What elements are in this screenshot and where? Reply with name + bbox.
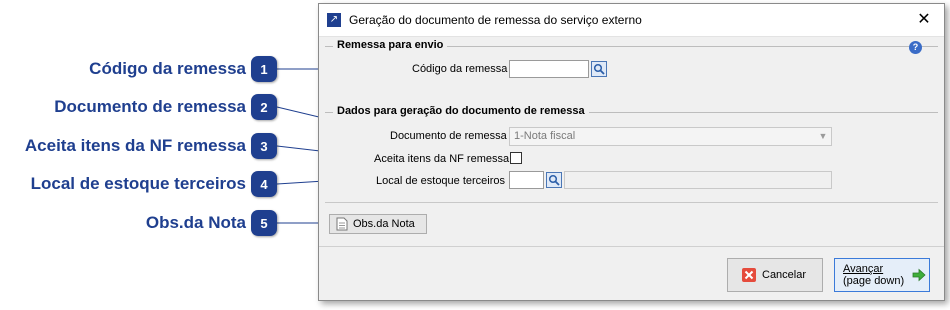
callout-badge-5: 5: [251, 210, 277, 236]
search-icon: [548, 174, 560, 186]
aceita-itens-label: Aceita itens da NF remessa: [374, 153, 510, 165]
close-button[interactable]: ✕: [904, 4, 944, 36]
cancel-label: Cancelar: [762, 269, 807, 281]
next-button[interactable]: Avançar (page down): [834, 258, 930, 292]
callout-badge-2: 2: [251, 94, 277, 120]
group-dados-geracao: Dados para geração do documento de remes…: [325, 105, 938, 117]
codigo-remessa-input[interactable]: [509, 60, 589, 78]
callout-label-documento: Documento de remessa: [54, 97, 246, 116]
callout-label-aceita: Aceita itens da NF remessa: [24, 136, 246, 155]
local-estoque-code-input[interactable]: [509, 171, 544, 189]
documento-remessa-select[interactable]: 1-Nota fiscal ▼: [509, 127, 832, 146]
arrow-right-icon: [912, 268, 926, 282]
title-bar: ↗ Geração do documento de remessa do ser…: [319, 4, 944, 37]
group-title-envio: Remessa para envio: [333, 39, 448, 51]
codigo-search-button[interactable]: [591, 61, 607, 77]
codigo-remessa-label: Código da remessa: [412, 63, 508, 75]
obs-nota-label: Obs.da Nota: [353, 218, 415, 230]
footer-divider: [319, 246, 944, 247]
window-title: Geração do documento de remessa do servi…: [349, 13, 642, 27]
local-search-button[interactable]: [546, 172, 562, 188]
group-title-dados: Dados para geração do documento de remes…: [333, 105, 589, 117]
app-icon: ↗: [327, 13, 341, 27]
search-icon: [593, 63, 605, 75]
local-estoque-label: Local de estoque terceiros: [376, 175, 506, 187]
next-label-line1: Avançar: [843, 263, 884, 275]
local-estoque-description: [564, 171, 832, 189]
documento-remessa-value: 1-Nota fiscal: [514, 130, 576, 142]
callout-label-obs: Obs.da Nota: [145, 213, 246, 232]
aceita-itens-checkbox[interactable]: [510, 152, 522, 164]
help-icon[interactable]: ?: [909, 41, 922, 54]
obs-nota-button[interactable]: Obs.da Nota: [329, 214, 427, 234]
cancel-icon: [742, 268, 756, 282]
next-label: Avançar (page down): [843, 263, 904, 287]
callout-label-codigo: Código da remessa: [89, 59, 246, 78]
document-icon: [336, 217, 348, 231]
section-divider: [325, 202, 938, 203]
group-remessa-envio: Remessa para envio: [325, 39, 938, 51]
cancel-button[interactable]: Cancelar: [727, 258, 823, 292]
callout-label-local: Local de estoque terceiros: [30, 174, 246, 193]
chevron-down-icon: ▼: [818, 131, 828, 141]
callout-badge-3: 3: [251, 133, 277, 159]
next-label-line2: (page down): [843, 275, 905, 287]
documento-remessa-label: Documento de remessa: [390, 130, 507, 142]
callout-badge-1: 1: [251, 56, 277, 82]
dialog-window: ↗ Geração do documento de remessa do ser…: [318, 3, 945, 301]
callout-badge-4: 4: [251, 171, 277, 197]
